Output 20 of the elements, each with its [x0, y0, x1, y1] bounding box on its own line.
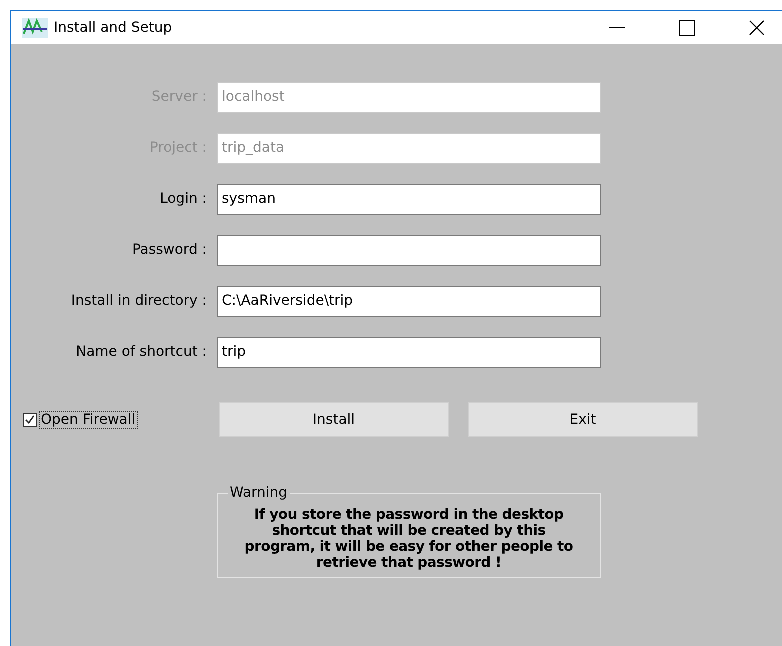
minimize-icon	[609, 26, 625, 28]
checkbox-label[interactable]: Open Firewall	[39, 410, 138, 428]
text-field[interactable]: trip	[217, 336, 601, 368]
close-icon	[749, 20, 765, 36]
field-label: Password :	[131, 242, 207, 258]
text-field[interactable]: C:\AaRiverside\trip	[217, 286, 601, 316]
maximize-icon	[679, 20, 695, 36]
field-label: Name of shortcut :	[75, 344, 207, 360]
text-field[interactable]	[217, 234, 601, 266]
field-label: Install in directory :	[70, 293, 207, 309]
field-label: Login :	[159, 191, 207, 207]
app-logo-icon	[22, 18, 48, 38]
window-title: Install and Setup	[54, 20, 174, 36]
group-title: Warning	[229, 485, 289, 501]
checkbox[interactable]	[23, 412, 37, 426]
text-field[interactable]: sysman	[217, 184, 601, 214]
exit-button[interactable]: Exit	[468, 402, 698, 437]
warning-text: If you store the password in the desktop shortcut that will be created by this program, it will be easy for other people to retrieve that password !	[244, 507, 574, 571]
check-icon	[24, 414, 36, 426]
install-button[interactable]: Install	[219, 402, 449, 437]
